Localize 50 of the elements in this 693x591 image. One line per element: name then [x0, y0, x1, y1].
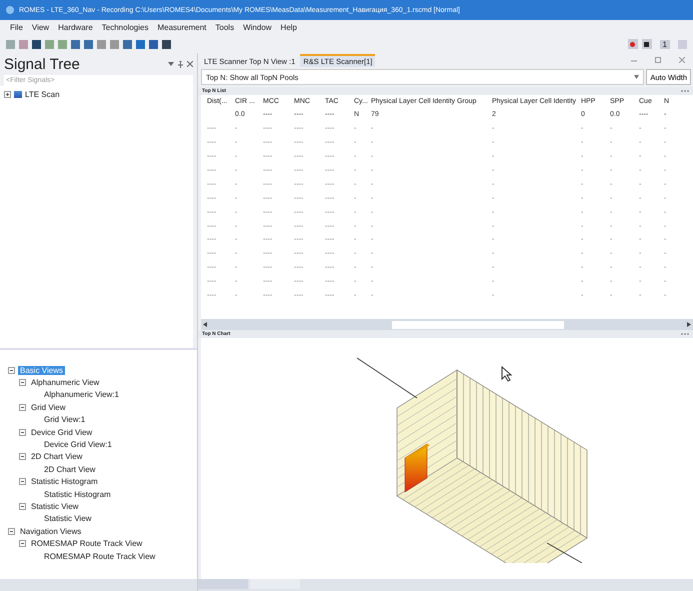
panel-title: Signal Tree	[4, 56, 81, 72]
cursor-icon	[501, 366, 513, 382]
tree-item[interactable]: 2D Chart View	[29, 452, 84, 462]
tree-item[interactable]: Statistic View	[29, 502, 80, 511]
horizontal-scrollbar[interactable]	[201, 319, 693, 330]
tree-item[interactable]: Grid View	[29, 402, 68, 412]
expander-icon[interactable]	[19, 502, 26, 510]
menu-item[interactable]: File	[10, 23, 23, 32]
menu-item[interactable]: Window	[243, 23, 272, 32]
stop-icon[interactable]	[642, 39, 652, 49]
app-icon	[6, 6, 14, 14]
scroll-right-icon[interactable]	[687, 322, 691, 327]
tree-item[interactable]: Navigation Views	[18, 526, 84, 536]
menu-item[interactable]: Hardware	[58, 23, 93, 32]
expander-icon[interactable]	[19, 540, 26, 548]
expander-icon[interactable]	[19, 478, 26, 486]
close-icon[interactable]	[679, 57, 685, 63]
tree-item[interactable]: LTE Scan	[25, 90, 60, 99]
menu-item[interactable]: Technologies	[102, 23, 148, 32]
expander-icon[interactable]	[19, 379, 26, 386]
toolbar-button[interactable]: 1	[660, 40, 670, 48]
scroll-left-icon[interactable]	[203, 322, 207, 327]
close-icon[interactable]	[187, 61, 193, 67]
tree-item[interactable]: 2D Chart View	[42, 464, 98, 474]
expander-icon[interactable]	[4, 90, 11, 98]
expander-icon[interactable]	[8, 528, 15, 535]
tree-item[interactable]: Device Grid View	[29, 428, 94, 437]
caret-icon	[634, 75, 640, 79]
tree-item[interactable]: Statistic View	[42, 514, 94, 524]
menu-item[interactable]: Help	[280, 23, 297, 32]
expander-icon[interactable]	[19, 404, 26, 411]
tree-item[interactable]: Statistic Histogram	[29, 477, 100, 486]
tree-item[interactable]: ROMESMAP Route Track View	[29, 539, 144, 548]
tree-item[interactable]: Grid View:1	[42, 415, 88, 424]
expander-icon[interactable]	[19, 453, 26, 460]
dropdown-icon[interactable]	[168, 61, 174, 67]
record-icon[interactable]	[628, 39, 638, 49]
pin-icon[interactable]	[178, 60, 183, 68]
tree-item[interactable]: Alphanumeric View:1	[42, 390, 122, 400]
tree-item[interactable]: Device Grid View:1	[42, 440, 114, 450]
expander-icon[interactable]	[19, 428, 26, 436]
scanner-icon	[14, 90, 22, 98]
menu-item[interactable]: Tools	[215, 23, 234, 32]
tree-item[interactable]: ROMESMAP Route Track View	[42, 552, 158, 561]
menu-item[interactable]: Measurement	[157, 23, 206, 32]
expander-icon[interactable]	[8, 366, 15, 374]
maximize-icon[interactable]	[655, 57, 661, 63]
menu-item[interactable]: View	[32, 23, 50, 32]
tree-item[interactable]: Alphanumeric View	[29, 378, 102, 388]
tree-item[interactable]: Statistic Histogram	[42, 490, 113, 499]
